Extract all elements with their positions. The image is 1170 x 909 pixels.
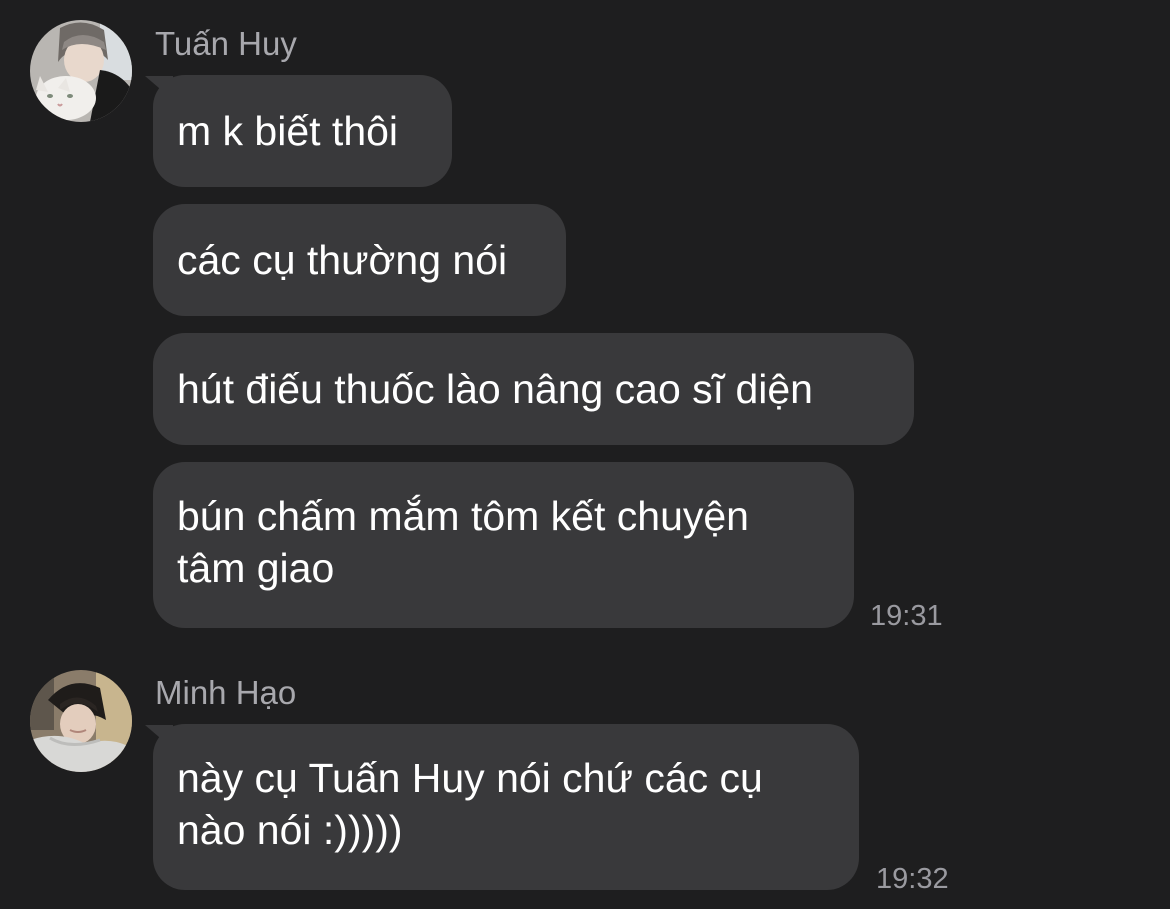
message-bubble[interactable]: các cụ thường nói (153, 204, 566, 316)
message-text: m k biết thôi (177, 108, 399, 154)
avatar-minh-hao[interactable] (30, 670, 132, 772)
profile-photo-with-cat-icon (30, 20, 132, 122)
message-bubble[interactable]: hút điếu thuốc lào nâng cao sĩ diện (153, 333, 914, 445)
message-timestamp: 19:32 (876, 863, 949, 895)
message-bubble[interactable]: m k biết thôi (153, 75, 452, 187)
message-bubble[interactable]: này cụ Tuấn Huy nói chứ các cụ nào nói :… (153, 724, 859, 890)
bubble-tail (145, 76, 173, 100)
sender-name: Minh Hạo (155, 674, 297, 711)
message-text-line: bún chấm mắm tôm kết chuyện (177, 493, 749, 539)
avatar-tuan-huy[interactable] (30, 20, 132, 122)
message-text: các cụ thường nói (177, 237, 508, 283)
profile-photo-hooded-icon (30, 670, 132, 772)
message-timestamp: 19:31 (870, 600, 943, 632)
bubble-tail (145, 725, 173, 749)
sender-name: Tuấn Huy (155, 25, 297, 62)
message-text-line: nào nói :))))) (177, 807, 403, 853)
message-text-line: tâm giao (177, 545, 335, 591)
message-bubble[interactable]: bún chấm mắm tôm kết chuyện tâm giao (153, 462, 854, 628)
message-text: hút điếu thuốc lào nâng cao sĩ diện (177, 366, 813, 412)
message-text-line: này cụ Tuấn Huy nói chứ các cụ (177, 755, 763, 801)
